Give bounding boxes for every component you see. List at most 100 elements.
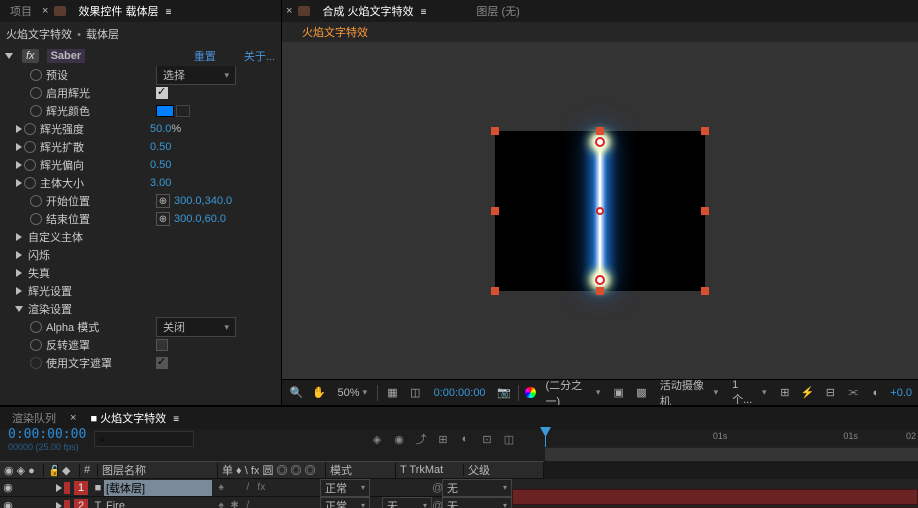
- snapshot-icon[interactable]: 📷: [496, 384, 513, 402]
- stopwatch-icon[interactable]: [30, 195, 42, 207]
- hand-icon[interactable]: ✋: [311, 384, 328, 402]
- transparency-icon[interactable]: ▩: [633, 384, 650, 402]
- col-label[interactable]: ◆: [58, 464, 80, 477]
- transform-handle[interactable]: [491, 207, 499, 215]
- glow-bias-value[interactable]: 0.50: [150, 159, 171, 171]
- stopwatch-icon[interactable]: [30, 69, 42, 81]
- pickwhip-icon[interactable]: @: [432, 482, 442, 494]
- flowchart-icon[interactable]: ⫘: [845, 384, 862, 402]
- comp-frame[interactable]: [495, 131, 705, 291]
- col-mode[interactable]: 模式: [326, 462, 396, 478]
- layer-parent-dropdown[interactable]: 无▾: [442, 497, 512, 508]
- end-pos-y[interactable]: 60.0: [205, 213, 226, 225]
- motion-blur-icon[interactable]: ◐: [457, 431, 473, 447]
- start-pos-y[interactable]: 340.0: [205, 195, 233, 207]
- comp-mini-flowchart-icon[interactable]: ◈: [369, 431, 385, 447]
- stopwatch-icon[interactable]: [30, 213, 42, 225]
- saber-end-handle[interactable]: [595, 275, 605, 285]
- reset-link[interactable]: 重置: [194, 48, 216, 64]
- stopwatch-icon[interactable]: [24, 177, 36, 189]
- exposure-value[interactable]: +0.0: [890, 387, 912, 399]
- glow-intensity-value[interactable]: 50.0: [150, 123, 171, 135]
- stopwatch-icon[interactable]: [30, 105, 42, 117]
- effect-name[interactable]: Saber: [47, 49, 86, 63]
- tab-layer[interactable]: 图层 (无): [470, 1, 525, 21]
- preset-dropdown[interactable]: 选择▾: [156, 66, 236, 85]
- transform-handle[interactable]: [491, 127, 499, 135]
- transform-handle[interactable]: [491, 287, 499, 295]
- shy-icon[interactable]: ⤴: [413, 431, 429, 447]
- layer-expand-icon[interactable]: [56, 502, 62, 508]
- layer-expand-icon[interactable]: [56, 484, 62, 492]
- expand-icon[interactable]: [16, 233, 22, 241]
- invert-matte-checkbox[interactable]: [156, 339, 168, 351]
- channel-icon[interactable]: [525, 387, 535, 398]
- camera-dropdown[interactable]: 活动摄像机▾: [656, 379, 722, 405]
- graph-editor-icon[interactable]: ⊡: [479, 431, 495, 447]
- layer-row[interactable]: ◉ 1 ■ [载体层] ♠/fx 正常▾ ▾ @ 无▾: [0, 479, 918, 497]
- enable-glow-checkbox[interactable]: [156, 87, 168, 99]
- composition-viewer[interactable]: [282, 42, 918, 379]
- col-lock[interactable]: 🔒: [44, 464, 58, 477]
- tab-menu-icon[interactable]: ≡: [421, 7, 427, 18]
- tab-menu-icon[interactable]: ≡: [173, 414, 179, 425]
- region-icon[interactable]: ▣: [610, 384, 627, 402]
- tab-menu-icon[interactable]: ≡: [166, 7, 172, 18]
- label-color[interactable]: [64, 500, 70, 508]
- tab-render-queue[interactable]: 渲染队列: [6, 408, 62, 428]
- grid-icon[interactable]: ▦: [384, 384, 401, 402]
- transform-handle[interactable]: [701, 207, 709, 215]
- end-pos-x[interactable]: 300.0: [174, 213, 202, 225]
- col-av[interactable]: ◉ ◈ ●: [0, 464, 44, 477]
- layer-name[interactable]: Fire: [104, 500, 212, 508]
- timeline-icon[interactable]: ⊟: [822, 384, 839, 402]
- transform-handle[interactable]: [596, 287, 604, 295]
- expand-icon[interactable]: [16, 125, 22, 133]
- col-source-name[interactable]: 图层名称: [98, 462, 218, 478]
- sub-tab-comp[interactable]: 火焰文字特效: [294, 22, 376, 43]
- visibility-icon[interactable]: ◉: [0, 481, 16, 494]
- saber-start-handle[interactable]: [595, 137, 605, 147]
- mask-icon[interactable]: ◫: [407, 384, 424, 402]
- crosshair-icon[interactable]: ⊕: [156, 194, 170, 208]
- resolution-dropdown[interactable]: (二分之一)▾: [542, 379, 605, 405]
- start-pos-x[interactable]: 300.0: [174, 195, 202, 207]
- transform-handle[interactable]: [701, 127, 709, 135]
- layer-switches[interactable]: ♠✱/: [212, 500, 320, 508]
- tab-project[interactable]: 项目: [4, 1, 38, 21]
- brainstorm-icon[interactable]: ◫: [501, 431, 517, 447]
- layer-parent-dropdown[interactable]: 无▾: [442, 479, 512, 497]
- draft3d-icon[interactable]: ◉: [391, 431, 407, 447]
- views-dropdown[interactable]: 1 个...▾: [728, 379, 770, 405]
- layer-trkmat-dropdown[interactable]: 无▾: [382, 497, 432, 508]
- crosshair-icon[interactable]: ⊕: [156, 212, 170, 226]
- saber-anchor-handle[interactable]: [596, 207, 604, 215]
- expand-icon[interactable]: [16, 269, 22, 277]
- layer-mode-dropdown[interactable]: 正常▾: [320, 479, 370, 497]
- stopwatch-icon[interactable]: [24, 141, 36, 153]
- stopwatch-icon[interactable]: [30, 339, 42, 351]
- fx-badge[interactable]: fx: [22, 49, 39, 63]
- timeline-search-input[interactable]: [94, 431, 194, 447]
- label-color[interactable]: [64, 482, 70, 494]
- col-trkmat[interactable]: T TrkMat: [396, 464, 464, 476]
- stopwatch-icon[interactable]: [24, 123, 36, 135]
- stopwatch-icon[interactable]: [30, 321, 42, 333]
- expand-icon[interactable]: [16, 179, 22, 187]
- time-ruler[interactable]: 01s 01s 02: [545, 429, 918, 461]
- expand-icon[interactable]: [15, 306, 23, 312]
- visibility-icon[interactable]: ◉: [0, 499, 16, 508]
- current-timecode[interactable]: 0:00:00:00: [8, 427, 86, 442]
- frame-blend-icon[interactable]: ⊞: [435, 431, 451, 447]
- glow-spread-value[interactable]: 0.50: [150, 141, 171, 153]
- zoom-dropdown[interactable]: 50%▾: [334, 386, 372, 400]
- magnify-icon[interactable]: 🔍: [288, 384, 305, 402]
- expand-icon[interactable]: [16, 287, 22, 295]
- layer-mode-dropdown[interactable]: 正常▾: [320, 497, 370, 508]
- effect-collapse-icon[interactable]: [5, 53, 13, 59]
- col-index[interactable]: #: [80, 464, 98, 476]
- about-link[interactable]: 关于...: [244, 48, 275, 64]
- fast-preview-icon[interactable]: ⚡: [799, 384, 816, 402]
- expand-icon[interactable]: [16, 161, 22, 169]
- expand-icon[interactable]: [16, 143, 22, 151]
